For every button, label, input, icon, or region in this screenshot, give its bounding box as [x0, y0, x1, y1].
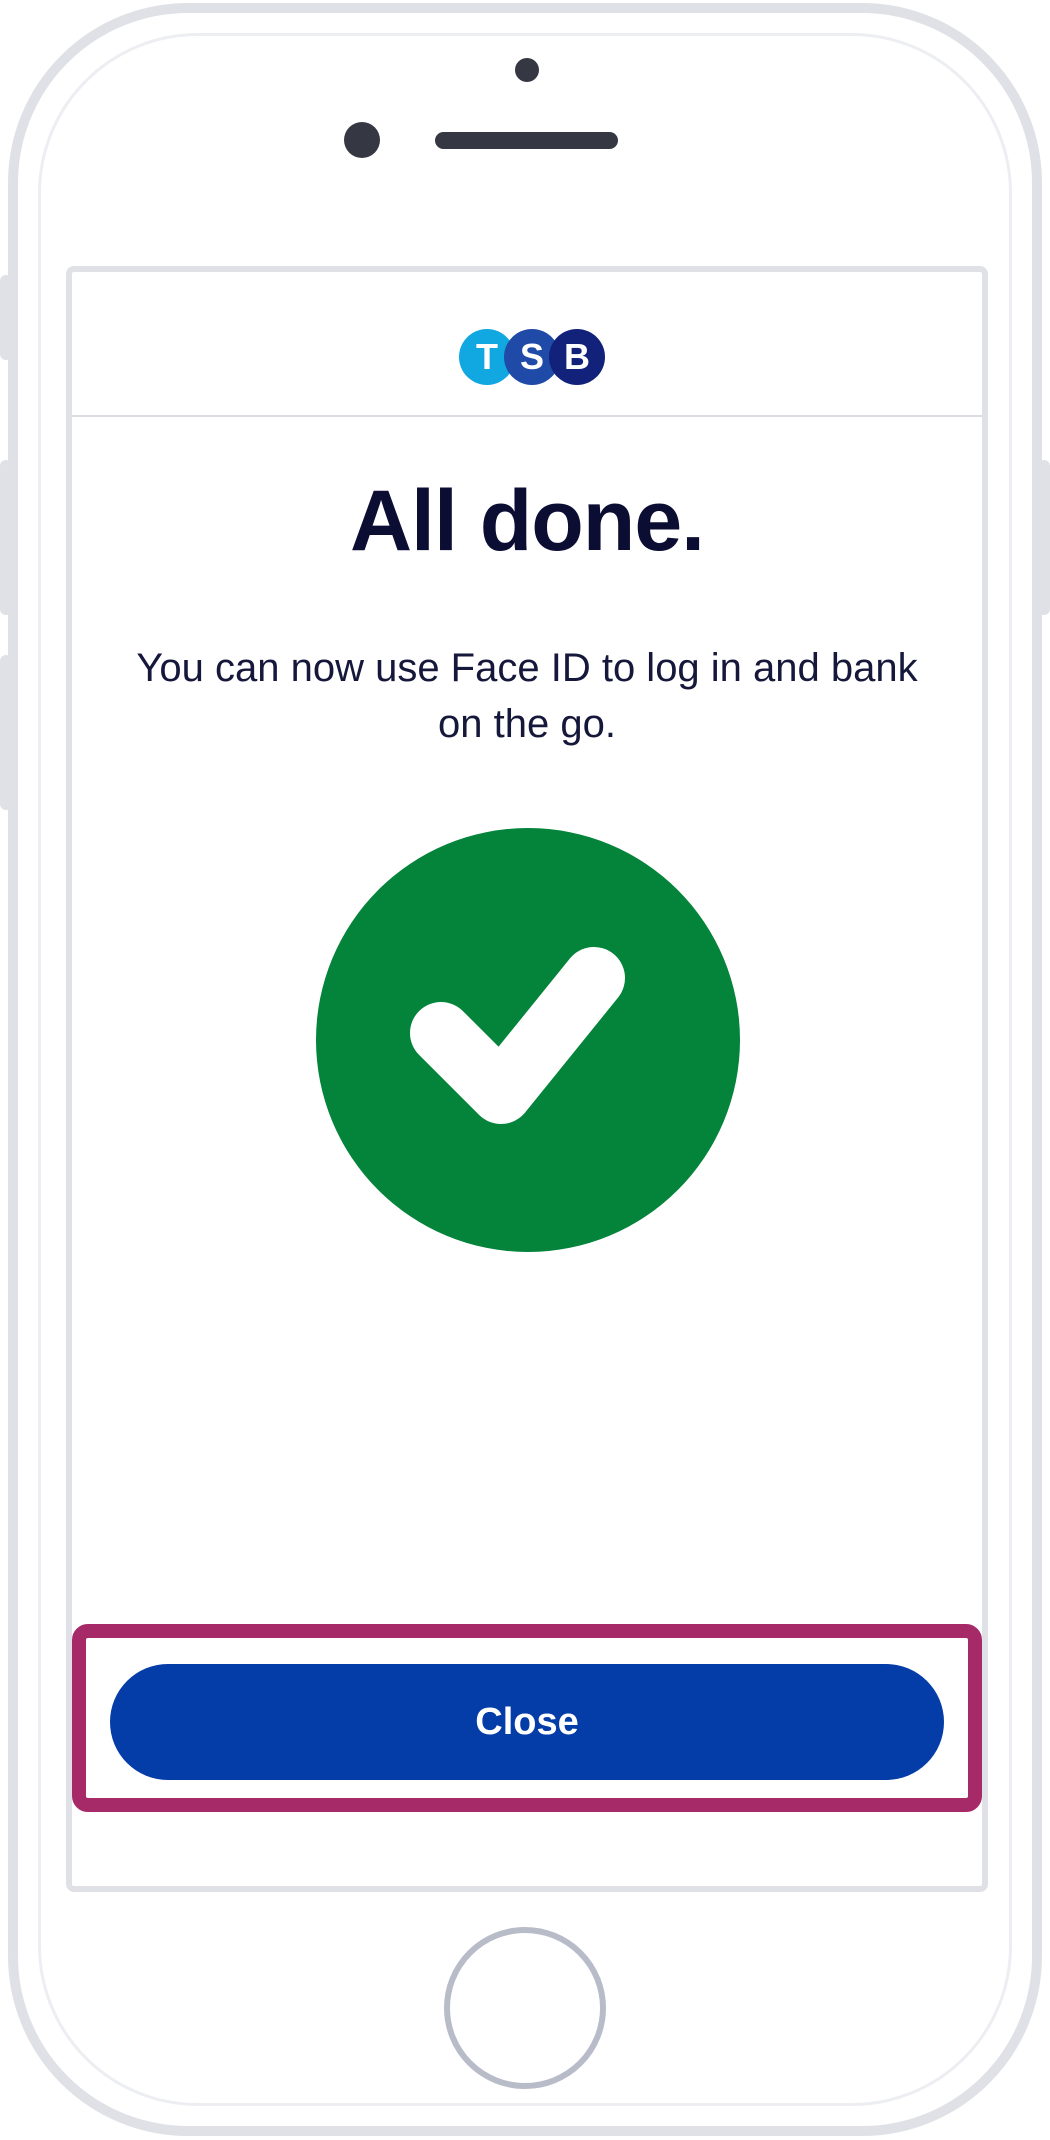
proximity-sensor [515, 58, 539, 82]
device-mockup: T S B All done. You can now use Face ID … [0, 0, 1050, 2140]
close-button[interactable]: Close [110, 1664, 944, 1780]
confirmation-message: You can now use Face ID to log in and ba… [136, 646, 918, 746]
page-title: All done. [349, 473, 705, 569]
earpiece-speaker [435, 132, 618, 149]
front-camera [344, 122, 380, 158]
logo-letter-b: B [549, 329, 605, 385]
app-header: T S B [72, 272, 982, 417]
home-button [444, 1927, 606, 2089]
checkmark-circle-icon [316, 828, 740, 1252]
tsb-logo: T S B [459, 329, 605, 385]
app-screen: T S B All done. You can now use Face ID … [66, 266, 988, 1892]
